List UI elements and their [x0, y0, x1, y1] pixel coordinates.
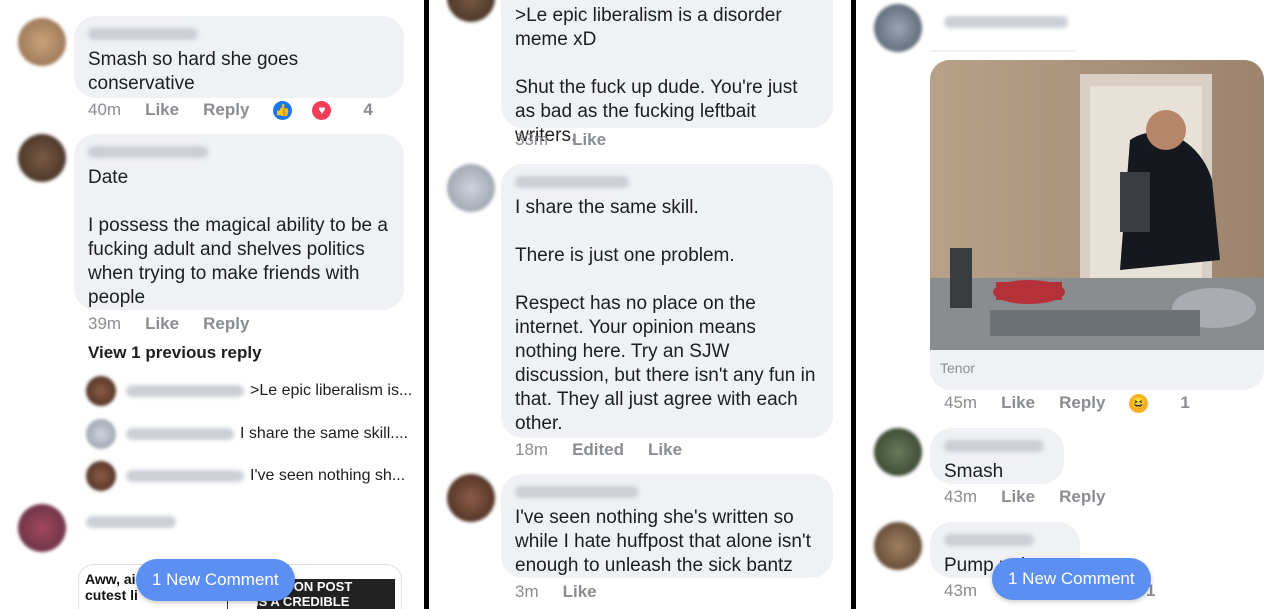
avatar[interactable] [18, 504, 66, 552]
reaction-summary[interactable]: 👍 ♥ 4 [273, 100, 396, 120]
like-button[interactable]: Like [648, 440, 682, 460]
commenter-name[interactable] [515, 176, 629, 188]
avatar[interactable] [874, 428, 922, 476]
reaction-summary[interactable]: 😆 1 [1129, 393, 1213, 413]
comment-text: Smash [944, 461, 1004, 482]
timestamp: 43m [944, 487, 978, 506]
comment-bubble: I share the same skill. There is just on… [501, 164, 833, 438]
comment-actions: 39m Like Reply [88, 314, 273, 334]
timestamp: 39m [88, 314, 122, 333]
comment-actions: 18m Edited Like [515, 440, 706, 460]
gif-image [930, 60, 1264, 350]
commenter-name[interactable] [88, 146, 208, 158]
comment-text: I share the same skill. There is just on… [515, 197, 816, 434]
like-button[interactable]: Like [572, 130, 606, 150]
reply-button[interactable]: Reply [203, 100, 249, 120]
comment-bubble: >Le epic liberalism is a disorder meme x… [501, 0, 833, 146]
new-comment-button[interactable]: 1 New Comment [992, 558, 1151, 600]
reply-preview[interactable]: I share the same skill.... [86, 419, 408, 449]
heart-icon: ♥ [312, 100, 332, 120]
like-button[interactable]: Like [563, 582, 597, 602]
avatar[interactable] [18, 18, 66, 66]
laughing-emoji-icon: 😆 [1129, 393, 1149, 413]
edited-label[interactable]: Edited [572, 440, 624, 460]
comment-text: I've seen nothing she's written so while… [515, 507, 811, 576]
timestamp: 18m [515, 440, 549, 459]
gif-attachment[interactable]: Tenor [930, 60, 1264, 390]
comment-panel-middle: >Le epic liberalism is a disorder meme x… [429, 0, 851, 609]
meme-caption: Aww, ai cutest li [85, 571, 138, 603]
commenter-name[interactable] [88, 28, 198, 40]
reply-preview[interactable]: >Le epic liberalism is... [86, 376, 412, 406]
reply-author [126, 470, 244, 482]
comment-bubble: I've seen nothing she's written so while… [501, 474, 833, 578]
thumbs-up-icon: 👍 [273, 100, 293, 120]
avatar[interactable] [447, 0, 495, 22]
comment-actions: 43m Like Reply [944, 487, 1129, 507]
reply-author [126, 385, 244, 397]
timestamp: 45m [944, 393, 978, 412]
comment-actions: 33m Like [515, 130, 630, 150]
comment-text: Date I possess the magical ability to be… [88, 167, 388, 308]
commenter-name[interactable] [944, 440, 1044, 452]
comment-text: >Le epic liberalism is a disorder meme x… [515, 5, 798, 146]
avatar[interactable] [447, 474, 495, 522]
reply-text: >Le epic liberalism is... [250, 382, 413, 399]
reaction-count: 1 [1180, 393, 1190, 412]
reply-button[interactable]: Reply [203, 314, 249, 334]
timestamp: 40m [88, 100, 122, 119]
commenter-name[interactable] [944, 16, 1068, 28]
avatar[interactable] [18, 134, 66, 182]
comment-actions: 3m Like [515, 582, 621, 602]
reply-text: I've seen nothing sh... [250, 467, 406, 484]
avatar [86, 461, 116, 491]
reply-text: I share the same skill.... [240, 425, 409, 442]
avatar [86, 419, 116, 449]
like-button[interactable]: Like [1001, 487, 1035, 507]
comment-bubble: Smash [930, 428, 1064, 484]
comment-bubble: Date I possess the magical ability to be… [74, 134, 404, 310]
timestamp: 43m [944, 581, 978, 600]
view-previous-replies-link[interactable]: View 1 previous reply [88, 343, 262, 363]
timestamp: 33m [515, 130, 549, 149]
reaction-count: 4 [363, 100, 373, 119]
comment-actions: 45m Like Reply 😆 1 [944, 393, 1214, 413]
gif-source-label: Tenor [940, 360, 976, 376]
avatar[interactable] [447, 164, 495, 212]
avatar[interactable] [874, 522, 922, 570]
like-button[interactable]: Like [145, 100, 179, 120]
comment-bubble: Smash so hard she goes conservative [74, 16, 404, 98]
commenter-name[interactable] [515, 486, 639, 498]
reply-button[interactable]: Reply [1059, 487, 1105, 507]
like-button[interactable]: Like [1001, 393, 1035, 413]
reply-button[interactable]: Reply [1059, 393, 1105, 413]
reply-preview[interactable]: I've seen nothing sh... [86, 461, 405, 491]
comment-actions: 40m Like Reply 👍 ♥ 4 [88, 100, 397, 120]
avatar[interactable] [874, 4, 922, 52]
new-comment-button[interactable]: 1 New Comment [136, 559, 295, 601]
reply-author [126, 428, 234, 440]
comment-panel-left: Smash so hard she goes conservative 40m … [0, 0, 424, 609]
commenter-name[interactable] [944, 534, 1034, 546]
avatar [86, 376, 116, 406]
timestamp: 3m [515, 582, 539, 601]
comment-text: Smash so hard she goes conservative [88, 49, 299, 94]
commenter-name[interactable] [86, 516, 176, 528]
like-button[interactable]: Like [145, 314, 179, 334]
